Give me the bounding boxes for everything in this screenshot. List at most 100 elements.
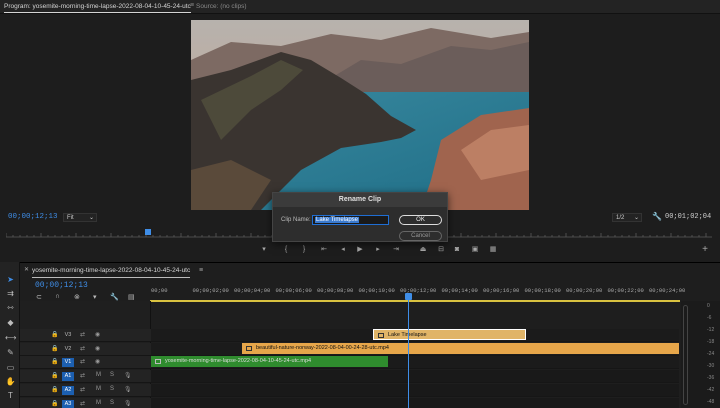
sync-lock-icon[interactable]: ⇄	[80, 358, 85, 365]
track-label[interactable]: A3	[62, 400, 74, 408]
add-marker-icon[interactable]: ▾	[93, 293, 97, 301]
mute-toggle[interactable]: M	[96, 386, 101, 392]
work-area-bar[interactable]	[150, 300, 680, 302]
sync-lock-icon[interactable]: ⇄	[80, 400, 85, 407]
tab-program[interactable]: Program: yosemite-morning-time-lapse-202…	[4, 3, 191, 13]
panel-menu-icon[interactable]: ≡	[199, 267, 203, 274]
go-to-in-icon[interactable]: ⇤	[319, 244, 329, 256]
extract-icon[interactable]: ⊟	[436, 244, 446, 256]
clip-name-input[interactable]: Lake Timelapse	[312, 215, 389, 225]
selection-tool-icon[interactable]: ➤	[5, 274, 16, 285]
track-lane[interactable]	[151, 370, 679, 383]
clip-fx-icon	[378, 333, 384, 338]
meter-db-label: -42	[707, 387, 715, 393]
eye-icon[interactable]: ◉	[95, 331, 100, 338]
clip-norway[interactable]: beautiful-nature-norway-2022-08-04-00-24…	[242, 343, 679, 354]
lock-icon[interactable]: 🔒	[51, 358, 58, 365]
timeline-timecode[interactable]: 00;00;12;13	[35, 281, 88, 290]
track-label[interactable]: V3	[62, 331, 74, 340]
slip-tool-icon[interactable]: ⟷	[5, 332, 16, 343]
sequence-tab[interactable]: yosemite-morning-time-lapse-2022-08-04-1…	[32, 267, 191, 278]
track-label[interactable]: V1	[62, 358, 74, 367]
lock-icon[interactable]: 🔒	[51, 372, 58, 379]
add-button-icon[interactable]: +	[700, 244, 710, 256]
mute-toggle[interactable]: M	[96, 372, 101, 378]
razor-tool-icon[interactable]: ◆	[5, 317, 16, 328]
microphone-icon[interactable]: 🎙	[124, 386, 132, 393]
track-select-icon[interactable]: ⇉	[5, 288, 16, 299]
cancel-button[interactable]: Cancel	[399, 231, 442, 241]
track-lane[interactable]	[151, 384, 679, 397]
lift-icon[interactable]: ⏏	[418, 244, 428, 256]
timeline-playhead[interactable]	[408, 293, 409, 408]
sync-lock-icon[interactable]: ⇄	[80, 331, 85, 338]
snap-icon[interactable]: ∩	[55, 293, 60, 300]
microphone-icon[interactable]: 🎙	[124, 372, 132, 379]
camera-icon[interactable]: ◙	[452, 244, 462, 256]
close-tab-icon[interactable]: ✕	[24, 266, 29, 273]
pen-tool-icon[interactable]: ✎	[5, 347, 16, 358]
timeline-ruler[interactable]: 00;00 00;00;02;00 00;00;04;00 00;00;06;00 00…	[150, 285, 685, 301]
compare-icon[interactable]: ▣	[470, 244, 480, 256]
sync-lock-icon[interactable]: ⇄	[80, 372, 85, 379]
wrench-icon[interactable]: 🔧	[110, 293, 119, 301]
lock-icon[interactable]: 🔒	[51, 331, 58, 338]
ripple-edit-icon[interactable]: ⇿	[5, 302, 16, 313]
track-header-video[interactable]: 🔒 V2 ⇄ ◉	[20, 343, 151, 356]
track-lane[interactable]	[151, 398, 679, 408]
ruler-tick-label: 00;00;24;00	[649, 287, 686, 294]
eye-icon[interactable]: ◉	[95, 358, 100, 365]
sync-lock-icon[interactable]: ⇄	[80, 345, 85, 352]
track-label[interactable]: V2	[62, 345, 74, 354]
track-label[interactable]: A1	[62, 372, 74, 381]
solo-toggle[interactable]: S	[110, 386, 114, 392]
tab-source[interactable]: Source: (no clips)	[196, 3, 247, 10]
track-header-audio[interactable]: 🔒 A2 ⇄ M S 🎙	[20, 384, 151, 397]
rectangle-tool-icon[interactable]: ▭	[5, 362, 16, 373]
marker-icon[interactable]: ▾	[259, 244, 269, 256]
clip-fx-icon	[155, 359, 161, 364]
linked-selection-icon[interactable]: ⊗	[74, 293, 80, 301]
step-forward-icon[interactable]: ▸	[373, 244, 383, 256]
zoom-fit-dropdown[interactable]: Fit ⌄	[63, 213, 97, 222]
sync-lock-icon[interactable]: ⇄	[80, 386, 85, 393]
lock-icon[interactable]: 🔒	[51, 386, 58, 393]
track-header-video[interactable]: 🔒 V3 ⇄ ◉	[20, 329, 151, 342]
vertical-scrollbar[interactable]	[683, 305, 688, 405]
dialog-title: Rename Clip	[273, 193, 447, 207]
current-timecode[interactable]: 00;00;12;13	[8, 213, 58, 221]
mute-toggle[interactable]: M	[96, 400, 101, 406]
play-icon[interactable]: ▶	[355, 244, 365, 256]
solo-toggle[interactable]: S	[110, 372, 114, 378]
clip-lake-timelapse[interactable]: Lake Timelapse	[373, 329, 526, 340]
track-header-video[interactable]: 🔒 V1 ⇄ ◉	[20, 356, 151, 369]
track-header-audio[interactable]: 🔒 A3 ⇄ M S 🎙	[20, 398, 151, 408]
wrench-icon[interactable]: 🔧	[652, 212, 662, 221]
solo-toggle[interactable]: S	[110, 400, 114, 406]
monitor-playhead[interactable]	[145, 229, 151, 235]
clip-yosemite[interactable]: yosemite-morning-time-lapse-2022-08-04-1…	[151, 356, 388, 367]
microphone-icon[interactable]: 🎙	[124, 400, 132, 407]
type-tool-icon[interactable]: T	[5, 390, 16, 401]
ok-button[interactable]: OK	[399, 215, 442, 225]
mark-out-icon[interactable]: }	[299, 244, 309, 256]
audio-meter: 0 -6 -12 -18 -24 -30 -36 -42 -48	[681, 301, 720, 408]
ruler-tick-label: 00;00;02;00	[192, 287, 229, 294]
vr-icon[interactable]: ▦	[488, 244, 498, 256]
ruler-tick-label: 00;00;16;00	[483, 287, 520, 294]
track-label[interactable]: A2	[62, 386, 74, 395]
meter-db-label: -6	[707, 315, 712, 321]
nest-icon[interactable]: ⊂	[36, 293, 42, 301]
clip-name-value: Lake Timelapse	[315, 217, 360, 223]
fit-label: Fit	[67, 215, 74, 221]
captions-icon[interactable]: ▤	[128, 293, 135, 301]
track-header-audio[interactable]: 🔒 A1 ⇄ M S 🎙	[20, 370, 151, 383]
eye-icon[interactable]: ◉	[95, 345, 100, 352]
resolution-dropdown[interactable]: 1/2 ⌄	[612, 213, 642, 222]
lock-icon[interactable]: 🔒	[51, 400, 58, 407]
go-to-out-icon[interactable]: ⇥	[391, 244, 401, 256]
step-back-icon[interactable]: ◂	[338, 244, 348, 256]
mark-in-icon[interactable]: {	[281, 244, 291, 256]
hand-tool-icon[interactable]: ✋	[5, 376, 16, 387]
lock-icon[interactable]: 🔒	[51, 345, 58, 352]
